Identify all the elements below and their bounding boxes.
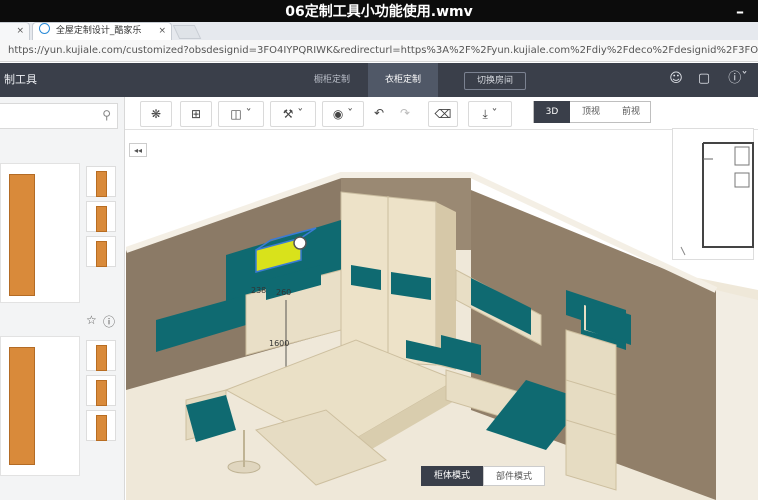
app-title: 制工具	[4, 73, 37, 86]
variant-thumb[interactable]	[86, 201, 116, 232]
video-title: 06定制工具小功能使用.wmv	[0, 0, 758, 22]
address-bar[interactable]: https://yun.kujiale.com/customized?obsde…	[0, 40, 758, 62]
panel-dropdown-icon[interactable]: ◫ ˇ	[218, 101, 264, 127]
search-input[interactable]: ⚲	[0, 103, 118, 129]
help-icon[interactable]: ⓘˇ	[724, 71, 752, 87]
component-mode-button[interactable]: 部件模式	[483, 466, 545, 486]
floorplan-minimap[interactable]	[672, 128, 754, 260]
minimap-plan	[680, 142, 754, 256]
browser-tab-active[interactable]: 全屋定制设计_酷家乐 ×	[32, 22, 172, 40]
right-tower	[565, 329, 617, 491]
minimize-button[interactable]: –	[736, 2, 744, 21]
view-top-button[interactable]: 顶视	[572, 101, 610, 123]
dimension-label-1: 238	[251, 286, 266, 295]
tab-wardrobe-custom[interactable]: 衣柜定制	[368, 63, 438, 97]
browser-tab-previous[interactable]: ×	[0, 22, 30, 40]
view-3d-button[interactable]: 3D	[534, 101, 570, 123]
tools-dropdown-icon[interactable]: ⚒ ˇ	[270, 101, 316, 127]
close-icon[interactable]: ×	[158, 23, 166, 40]
info-icon[interactable]: ⓘ	[103, 313, 115, 330]
switch-room-button[interactable]: 切换房间	[464, 72, 526, 90]
variant-thumb[interactable]	[86, 166, 116, 197]
variant-thumb[interactable]	[86, 340, 116, 371]
room-render: 238 260 1600	[126, 172, 758, 500]
undo-icon[interactable]: ↶	[366, 101, 392, 127]
3d-viewport[interactable]: 238 260 1600	[126, 130, 758, 500]
wardrobe-thumbnail	[9, 174, 35, 296]
collapse-panel-button[interactable]: ◂◂	[129, 143, 147, 157]
user-icon[interactable]: ☺	[668, 71, 684, 87]
close-icon[interactable]: ×	[16, 23, 24, 40]
browser-tab-label: 全屋定制设计_酷家乐	[55, 26, 142, 36]
view-front-button[interactable]: 前视	[612, 101, 650, 123]
redo-icon[interactable]: ↷	[392, 101, 418, 127]
message-icon[interactable]: ▢	[696, 71, 712, 87]
right-wall-edge	[716, 290, 758, 500]
download-dropdown-icon[interactable]: ⤓ ˇ	[468, 101, 512, 127]
variant-thumb[interactable]	[86, 236, 116, 267]
rotate-handle-icon	[293, 236, 307, 250]
model-card-2[interactable]	[0, 336, 80, 476]
search-icon[interactable]: ⚲	[102, 108, 111, 122]
tab-cabinet-custom[interactable]: 橱柜定制	[296, 63, 368, 97]
favorite-star-icon[interactable]: ☆	[86, 313, 97, 327]
kujiale-favicon-icon	[39, 23, 50, 34]
model-card-1[interactable]	[0, 163, 80, 303]
grid-layout-icon[interactable]: ⊞	[180, 101, 212, 127]
eraser-icon[interactable]: ⌫	[428, 101, 458, 127]
variant-thumb[interactable]	[86, 410, 116, 441]
fan-icon[interactable]: ❋	[140, 101, 172, 127]
cabinet-thumbnail	[9, 347, 35, 465]
dimension-label-2: 260	[276, 288, 291, 297]
visibility-dropdown-icon[interactable]: ◉ ˇ	[322, 101, 364, 127]
variant-thumb[interactable]	[86, 375, 116, 406]
cabinet-mode-button[interactable]: 柜体模式	[421, 466, 483, 486]
